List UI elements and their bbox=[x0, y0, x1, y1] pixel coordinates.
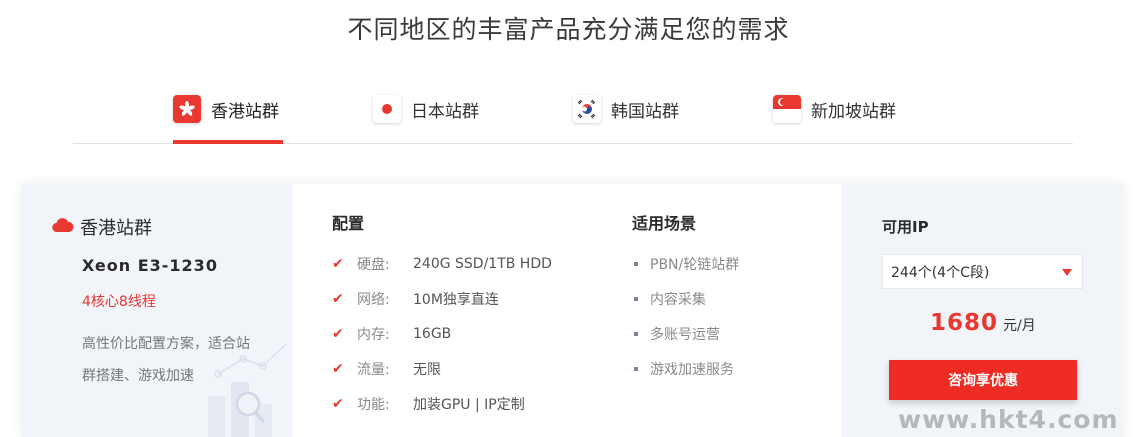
config-value: 240G SSD/1TB HDD bbox=[413, 256, 552, 272]
scenario-label: 多账号运营 bbox=[650, 327, 720, 343]
ip-title: 可用IP bbox=[882, 218, 929, 236]
config-value: 加装GPU | IP定制 bbox=[413, 397, 525, 413]
config-row: ✔ 流量: 无限 bbox=[332, 359, 441, 379]
consult-button[interactable]: 咨询享优惠 bbox=[889, 360, 1077, 400]
config-row: ✔ 网络: 10M独享直连 bbox=[332, 289, 499, 309]
config-row: ✔ 内存: 16GB bbox=[332, 324, 451, 344]
tab-korea[interactable]: 韩国站群 bbox=[573, 93, 679, 125]
checkmark-icon: ✔ bbox=[332, 396, 344, 412]
square-bullet-icon bbox=[634, 297, 638, 301]
checkmark-icon: ✔ bbox=[332, 256, 344, 272]
scenario-item: PBN/轮链站群 bbox=[632, 254, 739, 274]
config-key: 网络: bbox=[357, 292, 390, 308]
site-watermark: www.hkt4.com bbox=[898, 405, 1119, 434]
product-region: 香港站群 bbox=[52, 214, 152, 240]
square-bullet-icon bbox=[634, 332, 638, 336]
caret-down-icon bbox=[1062, 269, 1072, 276]
config-key: 硬盘: bbox=[357, 257, 390, 273]
square-bullet-icon bbox=[634, 367, 638, 371]
search-analytics-illustration-icon bbox=[208, 343, 287, 437]
scenario-item: 多账号运营 bbox=[632, 324, 720, 344]
config-key: 内存: bbox=[357, 327, 390, 343]
config-value: 16GB bbox=[413, 326, 452, 342]
hong-kong-flag-icon bbox=[173, 95, 201, 123]
cpu-model: Xeon E3-1230 bbox=[82, 256, 218, 275]
scenario-item: 游戏加速服务 bbox=[632, 359, 734, 379]
config-value: 10M独享直连 bbox=[413, 292, 499, 308]
tab-singapore[interactable]: 新加坡站群 bbox=[773, 93, 896, 125]
price-unit: 元/月 bbox=[1003, 318, 1036, 334]
scenario-label: 内容采集 bbox=[650, 292, 706, 308]
tab-label: 香港站群 bbox=[211, 101, 279, 122]
tab-label: 新加坡站群 bbox=[811, 101, 896, 122]
config-title: 配置 bbox=[332, 214, 365, 233]
ip-select[interactable]: 244个(4个C段) bbox=[882, 254, 1083, 289]
page-headline: 不同地区的丰富产品充分满足您的需求 bbox=[347, 15, 790, 44]
product-summary-panel: 香港站群 Xeon E3-1230 4核心8线程 高性价比配置方案，适合站 群搭… bbox=[22, 184, 293, 437]
product-card: 香港站群 Xeon E3-1230 4核心8线程 高性价比配置方案，适合站 群搭… bbox=[22, 184, 1124, 437]
config-row: ✔ 硬盘: 240G SSD/1TB HDD bbox=[332, 254, 552, 274]
purchase-panel: 可用IP 244个(4个C段) 1680 元/月 咨询享优惠 bbox=[842, 184, 1124, 437]
checkmark-icon: ✔ bbox=[332, 326, 344, 342]
tab-label: 韩国站群 bbox=[611, 101, 679, 122]
active-tab-indicator bbox=[173, 140, 283, 144]
scenario-label: 游戏加速服务 bbox=[650, 362, 734, 378]
scenarios-section: 适用场景 PBN/轮链站群 内容采集 多账号运营 游戏加速服务 bbox=[632, 210, 842, 378]
config-key: 功能: bbox=[357, 397, 390, 413]
checkmark-icon: ✔ bbox=[332, 361, 344, 377]
config-section: 配置 ✔ 硬盘: 240G SSD/1TB HDD ✔ 网络: 10M独享直连 … bbox=[332, 210, 622, 413]
cpu-cores: 4核心8线程 bbox=[82, 294, 156, 310]
tab-label: 日本站群 bbox=[411, 101, 479, 122]
config-value: 无限 bbox=[413, 362, 441, 378]
scenario-label: PBN/轮链站群 bbox=[650, 257, 740, 273]
scenarios-title: 适用场景 bbox=[632, 214, 697, 233]
square-bullet-icon bbox=[634, 262, 638, 266]
region-tabs: 香港站群 日本站群 韩国站群 新加坡站群 bbox=[0, 86, 1137, 146]
config-key: 流量: bbox=[357, 362, 390, 378]
singapore-flag-icon bbox=[773, 95, 801, 123]
price: 1680 元/月 bbox=[930, 310, 1036, 336]
checkmark-icon: ✔ bbox=[332, 291, 344, 307]
ip-select-value: 244个(4个C段) bbox=[891, 264, 990, 281]
japan-flag-icon bbox=[373, 95, 401, 123]
product-region-name: 香港站群 bbox=[80, 218, 152, 239]
tab-japan[interactable]: 日本站群 bbox=[373, 93, 479, 125]
scenario-item: 内容采集 bbox=[632, 289, 706, 309]
tab-hong-kong[interactable]: 香港站群 bbox=[173, 93, 279, 125]
price-amount: 1680 bbox=[930, 310, 999, 336]
config-row: ✔ 功能: 加装GPU | IP定制 bbox=[332, 394, 525, 414]
cloud-icon bbox=[52, 217, 74, 237]
south-korea-flag-icon bbox=[573, 95, 601, 123]
